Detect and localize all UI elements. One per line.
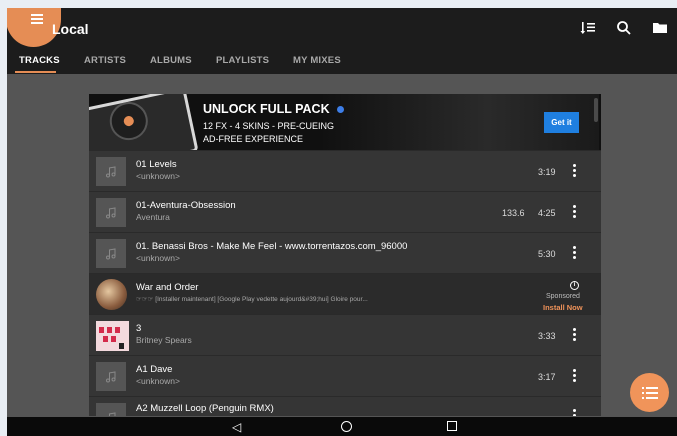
track-title: 3 — [136, 323, 142, 334]
track-bpm: 133.6 — [502, 208, 525, 218]
tablet-image — [89, 94, 199, 150]
ad-title: War and Order — [136, 282, 199, 293]
music-note-icon — [96, 198, 126, 227]
track-duration: 4:25 — [538, 208, 556, 218]
track-row[interactable]: A2 Muzzell Loop (Penguin RMX) — [89, 396, 601, 416]
track-row[interactable]: 3 Britney Spears 3:33 — [89, 314, 601, 355]
badge-dot-icon — [337, 106, 344, 113]
top-bar: Local TRACKS ARTISTS ALBUMS PLAYLISTS MY… — [7, 8, 677, 74]
banner-title: UNLOCK FULL PACK — [203, 102, 330, 116]
scrollbar[interactable] — [594, 98, 598, 122]
music-note-icon — [96, 362, 126, 391]
queue-fab-button[interactable] — [630, 373, 669, 412]
tab-bar: TRACKS ARTISTS ALBUMS PLAYLISTS MY MIXES — [7, 52, 677, 74]
upgrade-banner[interactable]: UNLOCK FULL PACK 12 FX - 4 SKINS - PRE-C… — [89, 94, 601, 150]
track-title: 01-Aventura-Obsession — [136, 200, 236, 211]
turntable-icon — [106, 98, 152, 144]
get-it-button[interactable]: Get it — [544, 112, 579, 133]
recents-icon[interactable] — [447, 421, 457, 431]
tab-playlists[interactable]: PLAYLISTS — [216, 55, 269, 66]
tab-tracks[interactable]: TRACKS — [19, 55, 60, 66]
music-note-icon — [96, 239, 126, 268]
ad-image — [96, 279, 127, 310]
track-list: UNLOCK FULL PACK 12 FX - 4 SKINS - PRE-C… — [89, 94, 601, 416]
home-icon[interactable] — [341, 421, 352, 432]
more-options-icon[interactable] — [570, 246, 578, 260]
track-title: 01. Benassi Bros - Make Me Feel - www.to… — [136, 241, 408, 252]
track-artist: <unknown> — [136, 253, 180, 263]
sponsored-ad-row[interactable]: War and Order ☞☞☞ [Installer maintenant]… — [89, 273, 601, 314]
banner-subline: AD-FREE EXPERIENCE — [203, 134, 304, 144]
more-options-icon[interactable] — [570, 205, 578, 219]
list-icon — [641, 386, 658, 399]
info-icon[interactable]: i — [570, 281, 579, 290]
track-artist: <unknown> — [136, 171, 180, 181]
install-now-link[interactable]: Install Now — [543, 303, 583, 312]
sponsored-label: Sponsored — [546, 293, 580, 300]
more-options-icon[interactable] — [570, 164, 578, 178]
track-duration: 5:30 — [538, 249, 556, 259]
sort-icon[interactable] — [580, 20, 596, 36]
tab-albums[interactable]: ALBUMS — [150, 55, 192, 66]
track-artist: Britney Spears — [136, 335, 192, 345]
track-row[interactable]: 01. Benassi Bros - Make Me Feel - www.to… — [89, 232, 601, 273]
more-options-icon[interactable] — [570, 409, 578, 416]
active-tab-indicator — [15, 71, 56, 73]
track-row[interactable]: A1 Dave <unknown> 3:17 — [89, 355, 601, 396]
track-duration: 3:33 — [538, 331, 556, 341]
tab-artists[interactable]: ARTISTS — [84, 55, 126, 66]
track-row[interactable]: 01 Levels <unknown> 3:19 — [89, 150, 601, 191]
track-artist: <unknown> — [136, 376, 180, 386]
ad-description: ☞☞☞ [Installer maintenant] [Google Play … — [136, 296, 368, 303]
app-screen: Local TRACKS ARTISTS ALBUMS PLAYLISTS MY… — [7, 8, 677, 436]
more-options-icon[interactable] — [570, 369, 578, 383]
hamburger-icon — [31, 14, 43, 24]
track-duration: 3:19 — [538, 167, 556, 177]
music-note-icon — [96, 157, 126, 186]
system-nav-bar: ◁ — [7, 417, 677, 436]
track-artist: Aventura — [136, 212, 170, 222]
album-art — [96, 321, 129, 351]
track-duration: 3:17 — [538, 372, 556, 382]
track-title: A1 Dave — [136, 364, 173, 375]
music-note-icon — [96, 403, 126, 416]
search-icon[interactable] — [616, 20, 632, 36]
banner-features: 12 FX - 4 SKINS - PRE-CUEING — [203, 121, 335, 131]
more-options-icon[interactable] — [570, 328, 578, 342]
page-title: Local — [52, 21, 89, 37]
back-icon[interactable]: ◁ — [232, 420, 241, 434]
folder-icon[interactable] — [652, 20, 668, 36]
track-title: 01 Levels — [136, 159, 177, 170]
track-row[interactable]: 01-Aventura-Obsession Aventura 133.6 4:2… — [89, 191, 601, 232]
track-title: A2 Muzzell Loop (Penguin RMX) — [136, 403, 274, 414]
tab-my-mixes[interactable]: MY MIXES — [293, 55, 341, 66]
